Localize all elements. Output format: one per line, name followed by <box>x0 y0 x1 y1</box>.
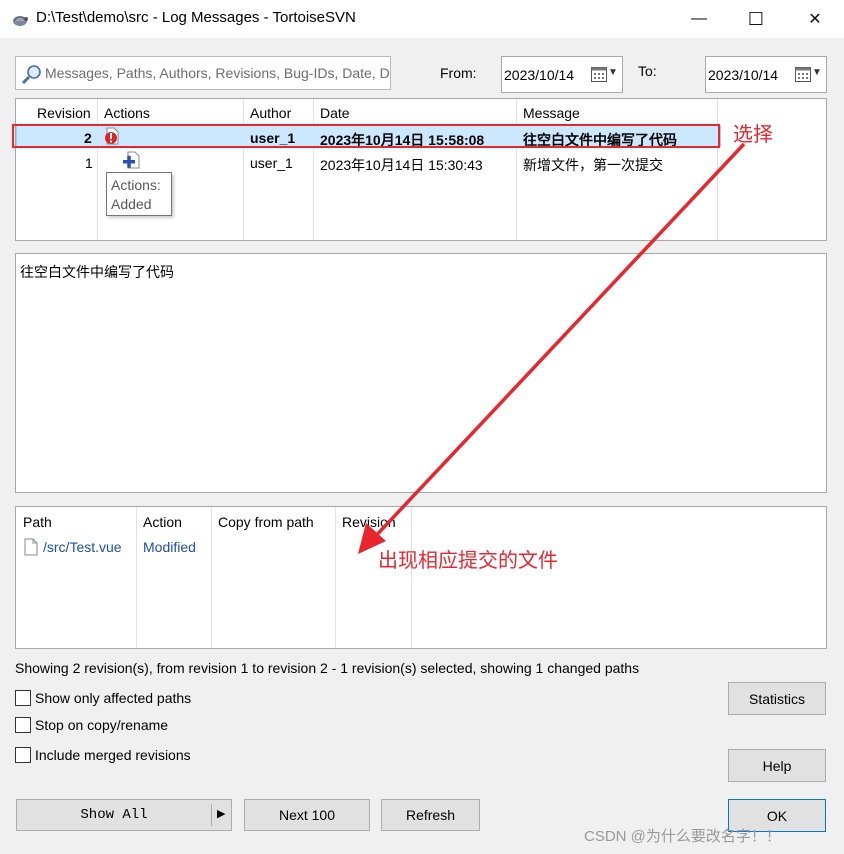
show-affected-paths-label[interactable]: Show only affected paths <box>35 690 191 706</box>
column-divider[interactable] <box>97 99 98 240</box>
chevron-down-icon[interactable]: ▼ <box>608 67 618 78</box>
search-icon <box>21 65 41 84</box>
show-affected-paths-checkbox[interactable] <box>15 690 31 706</box>
stop-on-copy-label[interactable]: Stop on copy/rename <box>35 717 168 733</box>
minimize-icon: — <box>691 10 707 27</box>
message-cell[interactable]: 新增文件，第一次提交 <box>523 155 663 175</box>
annotation-select: 选择 <box>733 124 773 146</box>
annotation-files: 出现相应提交的文件 <box>378 550 558 572</box>
include-merged-checkbox[interactable] <box>15 747 31 763</box>
next-100-button[interactable]: Next 100 <box>244 799 370 831</box>
actions-tooltip: Actions: Added <box>106 172 172 216</box>
column-divider[interactable] <box>335 507 336 648</box>
statistics-button[interactable]: Statistics <box>728 682 826 715</box>
tortoise-icon <box>13 16 28 26</box>
highlight-box <box>12 124 720 148</box>
show-all-button[interactable]: Show All ▶ <box>16 799 232 831</box>
split-divider <box>211 804 212 826</box>
tooltip-line: Actions: <box>111 177 161 193</box>
column-header-date[interactable]: Date <box>320 105 350 121</box>
column-divider[interactable] <box>211 507 212 648</box>
search-input[interactable]: Messages, Paths, Authors, Revisions, Bug… <box>15 56 391 90</box>
maximize-icon: ☐ <box>747 8 765 29</box>
chevron-down-icon[interactable]: ▼ <box>812 67 822 78</box>
column-header-action[interactable]: Action <box>143 514 182 530</box>
revision-list[interactable]: Revision Actions Author Date Message 2 u… <box>15 98 827 241</box>
search-placeholder: Messages, Paths, Authors, Revisions, Bug… <box>45 65 390 81</box>
close-icon: ✕ <box>808 11 822 28</box>
added-icon <box>123 151 140 169</box>
file-icon <box>24 538 38 556</box>
column-header-revision[interactable]: Revision <box>37 105 91 121</box>
maximize-button[interactable]: ☐ <box>727 0 785 38</box>
changed-paths-list[interactable]: Path Action Copy from path Revision /src… <box>15 506 827 649</box>
from-date-value: 2023/10/14 <box>504 67 575 83</box>
minimize-button[interactable]: — <box>670 0 728 38</box>
calendar-icon[interactable] <box>591 67 607 82</box>
refresh-button[interactable]: Refresh <box>381 799 480 831</box>
log-message-text[interactable]: 往空白文件中编写了代码 <box>20 262 174 282</box>
to-label: To: <box>638 63 657 79</box>
column-divider[interactable] <box>411 507 412 648</box>
to-date-picker[interactable]: 2023/10/14 ▼ <box>705 56 827 93</box>
author-cell[interactable]: user_1 <box>250 155 293 171</box>
column-divider[interactable] <box>243 99 244 240</box>
from-label: From: <box>440 65 477 81</box>
window-title: D:\Test\demo\src - Log Messages - Tortoi… <box>36 9 356 26</box>
to-date-value: 2023/10/14 <box>708 67 779 83</box>
include-merged-label[interactable]: Include merged revisions <box>35 747 191 763</box>
column-header-author[interactable]: Author <box>250 105 291 121</box>
calendar-icon[interactable] <box>795 67 811 82</box>
status-text: Showing 2 revision(s), from revision 1 t… <box>15 660 640 676</box>
date-cell[interactable]: 2023年10月14日 15:30:43 <box>320 155 483 175</box>
stop-on-copy-checkbox[interactable] <box>15 717 31 733</box>
help-button[interactable]: Help <box>728 749 826 782</box>
title-bar: D:\Test\demo\src - Log Messages - Tortoi… <box>0 0 844 38</box>
column-divider[interactable] <box>717 99 718 240</box>
column-header-actions[interactable]: Actions <box>104 105 150 121</box>
show-all-label: Show All <box>80 807 148 823</box>
chevron-right-icon[interactable]: ▶ <box>217 807 225 820</box>
watermark: CSDN @为什么要改名字！！ <box>584 828 781 845</box>
tooltip-line: Added <box>111 196 152 212</box>
column-header-copy-from-path[interactable]: Copy from path <box>218 514 314 530</box>
action-cell[interactable]: Modified <box>143 539 196 555</box>
column-divider[interactable] <box>313 99 314 240</box>
column-header-path[interactable]: Path <box>23 514 52 530</box>
log-message-area[interactable]: 往空白文件中编写了代码 <box>15 253 827 493</box>
column-divider[interactable] <box>136 507 137 648</box>
column-divider[interactable] <box>516 99 517 240</box>
column-header-revision[interactable]: Revision <box>342 514 396 530</box>
revision-number[interactable]: 1 <box>85 155 93 171</box>
from-date-picker[interactable]: 2023/10/14 ▼ <box>501 56 623 93</box>
column-header-message[interactable]: Message <box>523 105 580 121</box>
close-button[interactable]: ✕ <box>786 0 844 38</box>
path-cell[interactable]: /src/Test.vue <box>43 539 122 555</box>
